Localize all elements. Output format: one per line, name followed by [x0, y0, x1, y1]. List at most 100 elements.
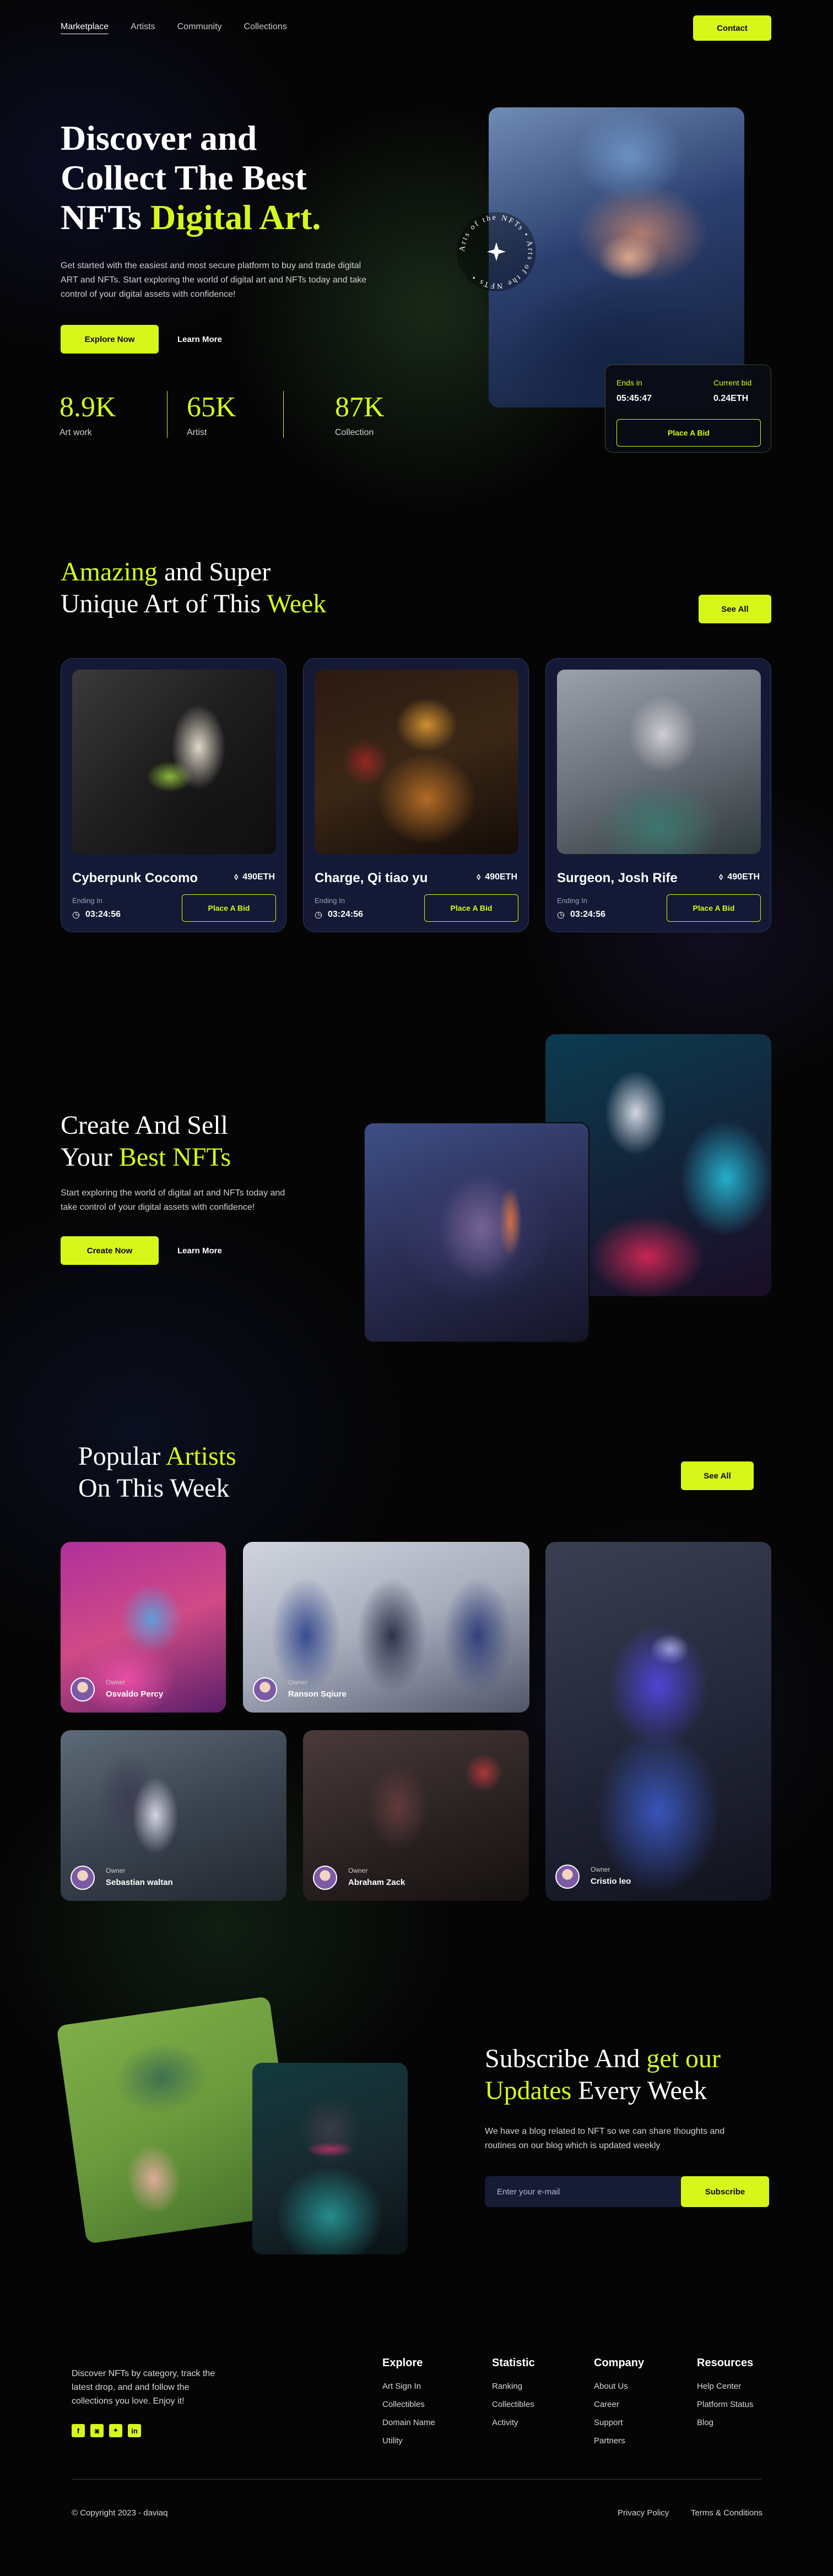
nav-artists[interactable]: Artists — [131, 22, 155, 34]
artist-card[interactable]: Owner Osvaldo Percy — [61, 1542, 226, 1713]
privacy-policy-link[interactable]: Privacy Policy — [618, 2508, 669, 2518]
avatar — [253, 1677, 277, 1702]
facebook-icon[interactable]: f — [72, 2424, 85, 2437]
weekly-see-all-button[interactable]: See All — [699, 595, 771, 623]
linkedin-icon[interactable]: in — [128, 2424, 141, 2437]
contact-button[interactable]: Contact — [693, 15, 771, 41]
footer-link[interactable]: Collectibles — [492, 2395, 564, 2414]
footer-link[interactable]: Help Center — [697, 2377, 774, 2395]
bid-amount: 0.24ETH — [713, 394, 749, 403]
product-name: Surgeon, Josh Rife — [557, 871, 678, 885]
nav-marketplace[interactable]: Marketplace — [61, 22, 109, 34]
product-countdown: ◷ 03:24:56 — [315, 910, 364, 920]
avatar — [71, 1677, 95, 1702]
clock-icon: ◷ — [72, 910, 80, 920]
footer-link[interactable]: Utility — [382, 2432, 454, 2450]
artist-card[interactable]: Owner Ranson Sqiure — [243, 1542, 529, 1713]
eth-icon: ⬨ — [477, 872, 481, 882]
footer-col-explore: Explore Art Sign In Collectibles Domain … — [382, 2357, 454, 2450]
stat-artwork: 8.9K Art work — [60, 392, 116, 437]
eth-icon: ⬨ — [719, 872, 723, 882]
owner-name: Cristio leo — [591, 1877, 631, 1886]
create-section-title: Create And Sell Your Best NFTs — [61, 1111, 231, 1172]
subscribe-subtitle: We have a blog related to NFT so we can … — [485, 2127, 725, 2150]
circle-text-badge: Arts of the NFTs • Arts of the NFTs • — [457, 212, 536, 291]
footer-link[interactable]: Blog — [697, 2414, 774, 2432]
hero-title: Discover and Collect The Best NFTs Digit… — [61, 118, 321, 237]
footer-link[interactable]: Platform Status — [697, 2395, 774, 2414]
footer-divider — [72, 2479, 761, 2480]
social-links: f ◙ ✦ in — [72, 2424, 141, 2437]
artist-card[interactable]: Owner Abraham Zack — [303, 1730, 529, 1901]
create-subtitle: Start exploring the world of digital art… — [61, 1188, 285, 1212]
artists-see-all-button[interactable]: See All — [681, 1461, 754, 1490]
samurai-artwork — [252, 2063, 408, 2254]
create-now-button[interactable]: Create Now — [61, 1236, 159, 1265]
footer-description: Discover NFTs by category, track the lat… — [72, 2369, 215, 2406]
footer-col-statistic: Statistic Ranking Collectibles Activity — [492, 2357, 564, 2432]
explore-now-button[interactable]: Explore Now — [61, 325, 159, 354]
stat-divider — [283, 391, 284, 438]
footer-link[interactable]: Support — [594, 2414, 666, 2432]
avatar — [555, 1865, 580, 1889]
nav-community[interactable]: Community — [177, 22, 222, 34]
subscribe-form: Subscribe — [485, 2176, 769, 2207]
place-bid-button[interactable]: Place A Bid — [667, 894, 761, 922]
subscribe-button[interactable]: Subscribe — [681, 2176, 769, 2207]
terms-link[interactable]: Terms & Conditions — [691, 2508, 762, 2518]
bid-countdown: 05:45:47 — [616, 394, 652, 403]
current-bid-card: Ends in 05:45:47 Current bid 0.24ETH Pla… — [605, 365, 771, 453]
footer-col-resources: Resources Help Center Platform Status Bl… — [697, 2357, 774, 2432]
place-bid-button[interactable]: Place A Bid — [182, 894, 276, 922]
footer-link[interactable]: Domain Name — [382, 2414, 454, 2432]
product-card[interactable]: Surgeon, Josh Rife ⬨ 490ETH Ending In ◷ 03… — [545, 658, 771, 932]
hero-stats: 8.9K Art work 65K Artist 87K Collection — [60, 391, 431, 438]
hero-subtitle: Get started with the easiest and most se… — [61, 261, 367, 299]
owner-name: Ranson Sqiure — [288, 1689, 347, 1699]
product-card[interactable]: Charge, Qi tiao yu ⬨ 490ETH Ending In ◷ 03… — [303, 658, 529, 932]
product-image — [315, 670, 518, 854]
footer-link[interactable]: Art Sign In — [382, 2377, 454, 2395]
artist-card[interactable]: Owner Sebastian waltan — [61, 1730, 286, 1901]
copyright: © Copyright 2023 - daviaq — [72, 2508, 168, 2518]
cyborg-face-artwork — [364, 1122, 589, 1343]
instagram-icon[interactable]: ◙ — [90, 2424, 104, 2437]
email-input[interactable] — [485, 2176, 681, 2207]
footer-link[interactable]: Collectibles — [382, 2395, 454, 2414]
subscribe-section-title: Subscribe And get our Updates Every Week — [485, 2044, 721, 2105]
footer-link[interactable]: Ranking — [492, 2377, 564, 2395]
product-countdown: ◷ 03:24:56 — [72, 910, 121, 920]
nav-collections[interactable]: Collections — [244, 22, 287, 34]
avatar — [313, 1866, 337, 1890]
product-name: Charge, Qi tiao yu — [315, 871, 428, 885]
twitter-icon[interactable]: ✦ — [109, 2424, 122, 2437]
eth-icon: ⬨ — [234, 872, 239, 882]
footer-link[interactable]: Activity — [492, 2414, 564, 2432]
product-countdown: ◷ 03:24:56 — [557, 910, 606, 920]
owner-name: Sebastian waltan — [106, 1878, 173, 1887]
artist-card[interactable]: Owner Cristio leo — [545, 1542, 771, 1901]
product-price: ⬨ 490ETH — [477, 872, 517, 882]
product-card[interactable]: Cyberpunk Cocomo ⬨ 490ETH Ending In ◷ 03:2… — [61, 658, 286, 932]
clock-icon: ◷ — [315, 910, 322, 920]
product-image — [557, 670, 761, 854]
weekly-section-title: Amazing and Super Unique Art of This Wee… — [61, 557, 327, 618]
product-name: Cyberpunk Cocomo — [72, 871, 198, 885]
footer-link[interactable]: Partners — [594, 2432, 666, 2450]
owner-name: Osvaldo Percy — [106, 1689, 164, 1699]
footer-link[interactable]: About Us — [594, 2377, 666, 2395]
create-learn-more-button[interactable]: Learn More — [177, 1236, 222, 1265]
avatar — [71, 1866, 95, 1890]
clock-icon: ◷ — [557, 910, 565, 920]
owner-name: Abraham Zack — [348, 1878, 405, 1887]
circle-badge: Arts of the NFTs • Arts of the NFTs • — [455, 210, 538, 296]
stat-artist: 65K Artist — [187, 392, 236, 437]
hero-learn-more-button[interactable]: Learn More — [177, 325, 222, 354]
place-bid-button[interactable]: Place A Bid — [424, 894, 518, 922]
product-image — [72, 670, 276, 854]
main-nav: Marketplace Artists Community Collection… — [61, 22, 287, 34]
product-price: ⬨ 490ETH — [719, 872, 760, 882]
stat-collection: 87K Collection — [335, 392, 385, 437]
footer-link[interactable]: Career — [594, 2395, 666, 2414]
hero-place-bid-button[interactable]: Place A Bid — [616, 419, 761, 447]
